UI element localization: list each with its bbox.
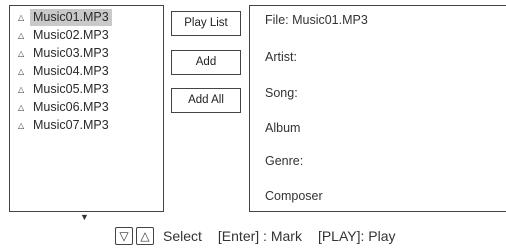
file-list-item[interactable]: △ Music06.MP3 [18,99,112,116]
play-list-button[interactable]: Play List [171,11,241,36]
triangle-up-icon: △ [18,31,25,40]
album-label: Album [265,121,301,135]
file-list-item[interactable]: △ Music01.MP3 [18,9,112,26]
file-list-item[interactable]: △ Music05.MP3 [18,81,112,98]
file-list-panel[interactable]: △ Music01.MP3 △ Music02.MP3 △ Music03.MP… [9,5,164,212]
triangle-up-icon: △ [18,49,25,58]
triangle-down-icon[interactable]: ▼ [80,212,89,222]
key-help-bar: ▽ △ Select [Enter] : Mark [PLAY]: Play [115,224,396,248]
triangle-up-icon: △ [18,85,25,94]
genre-label: Genre: [265,154,304,168]
file-list-item[interactable]: △ Music04.MP3 [18,63,112,80]
artist-label: Artist: [265,50,297,64]
file-list-item[interactable]: △ Music02.MP3 [18,27,112,44]
down-key-icon: ▽ [115,227,133,245]
add-button[interactable]: Add [171,50,241,75]
triangle-up-icon: △ [18,121,25,130]
file-name-label: File: Music01.MP3 [265,13,368,27]
select-hint: Select [163,228,202,244]
triangle-up-icon: △ [18,13,25,22]
triangle-up-icon: △ [18,67,25,76]
song-label: Song: [265,86,298,100]
add-all-button[interactable]: Add All [171,88,241,113]
play-hint: [PLAY]: Play [317,228,396,244]
file-list-item[interactable]: △ Music03.MP3 [18,45,112,62]
triangle-up-icon: △ [18,103,25,112]
up-key-icon: △ [136,227,154,245]
composer-label: Composer [265,189,323,203]
file-list-item[interactable]: △ Music07.MP3 [18,117,112,134]
track-info-panel [249,5,506,212]
enter-mark-hint: [Enter] : Mark [217,228,302,244]
